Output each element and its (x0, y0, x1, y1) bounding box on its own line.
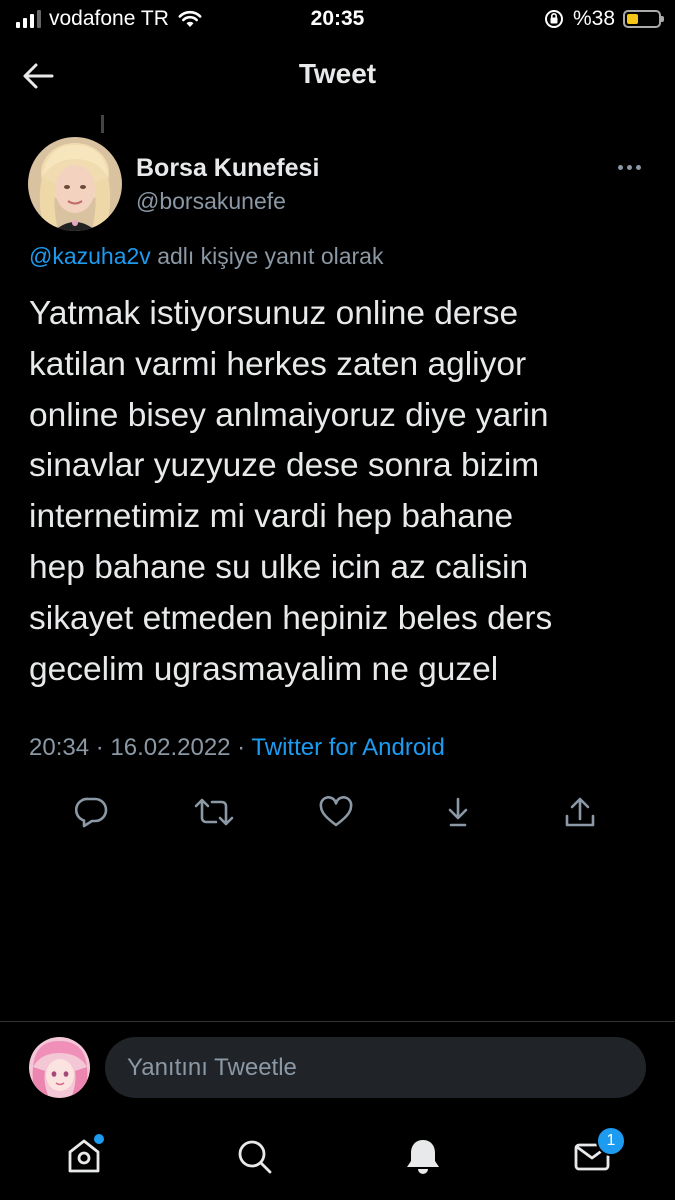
reply-mention-link[interactable]: @kazuha2v (29, 243, 151, 269)
battery-percent: %38 (572, 7, 615, 30)
download-icon (448, 797, 468, 827)
tweet-actions (0, 790, 675, 834)
reply-button[interactable] (70, 790, 114, 834)
share-icon (565, 797, 595, 827)
nav-search[interactable] (228, 1130, 280, 1182)
author-avatar[interactable] (28, 137, 122, 231)
share-button[interactable] (558, 790, 602, 834)
tweet-source-link[interactable]: Twitter for Android (251, 734, 444, 761)
tweet-text-line: katilan varmi herkes zaten agliyor (29, 345, 527, 383)
nav-notifications[interactable] (397, 1130, 449, 1182)
tweet-date[interactable]: 16.02.2022 (110, 734, 230, 761)
nav-home[interactable] (58, 1130, 110, 1182)
tweet-text-line: sinavlar yuzyuze dese sonra bizim (29, 447, 540, 485)
more-dots-icon (617, 164, 623, 170)
user-avatar[interactable] (29, 1037, 90, 1098)
author-avatar-image (28, 137, 122, 231)
tweet-meta: 20:34 · 16.02.2022 · Twitter for Android (29, 734, 445, 762)
tweet-text-line: sikayet etmeden hepiniz beles ders (29, 599, 553, 637)
tweet-text-line: Yatmak istiyorsunuz online derse (29, 295, 519, 332)
status-bar-right: %38 (543, 7, 664, 31)
reply-context-text: adlı kişiye yanıt olarak (150, 243, 384, 269)
bottom-nav: 1 (0, 1120, 675, 1200)
tweet-text: Yatmak istiyorsunuz online derse katilan … (29, 289, 649, 695)
tweet-text-line: gecelim ugrasmayalim ne guzel (29, 650, 499, 688)
reply-bar (0, 1021, 675, 1117)
orientation-lock-icon (544, 10, 563, 28)
reply-icon (75, 797, 108, 828)
retweet-button[interactable] (192, 790, 236, 834)
tweet-text-line: hep bahane su ulke icin az calisin (29, 548, 529, 586)
notifications-icon (407, 1140, 439, 1174)
like-icon (319, 796, 353, 827)
retweet-icon (194, 798, 234, 826)
user-avatar-image (29, 1037, 90, 1098)
author-name[interactable]: Borsa Kunefesi (136, 154, 319, 183)
search-icon (238, 1140, 272, 1174)
tweet-text-line: internetimiz mi vardi hep bahane (29, 498, 514, 536)
reply-input[interactable] (105, 1037, 646, 1098)
tweet-text-line: online bisey anlmaiyoruz diye yarin (29, 396, 549, 434)
reply-context: @kazuha2v adlı kişiye yanıt olarak (29, 243, 383, 270)
battery-icon (623, 10, 664, 28)
tweet-time[interactable]: 20:34 (29, 734, 89, 761)
thread-connector-line (101, 115, 104, 133)
status-bar: vodafone TR 20:35 %38 (0, 0, 675, 38)
top-header: Tweet (0, 40, 675, 112)
like-button[interactable] (314, 790, 358, 834)
meta-separator: · (230, 734, 252, 761)
author-handle[interactable]: @borsakunefe (136, 188, 286, 215)
meta-separator: · (89, 734, 111, 761)
download-button[interactable] (436, 790, 480, 834)
nav-messages[interactable]: 1 (566, 1126, 626, 1182)
page-title: Tweet (298, 58, 377, 89)
messages-badge: 1 (596, 1126, 626, 1156)
home-notification-dot (94, 1134, 104, 1144)
more-options-button[interactable] (612, 152, 646, 182)
